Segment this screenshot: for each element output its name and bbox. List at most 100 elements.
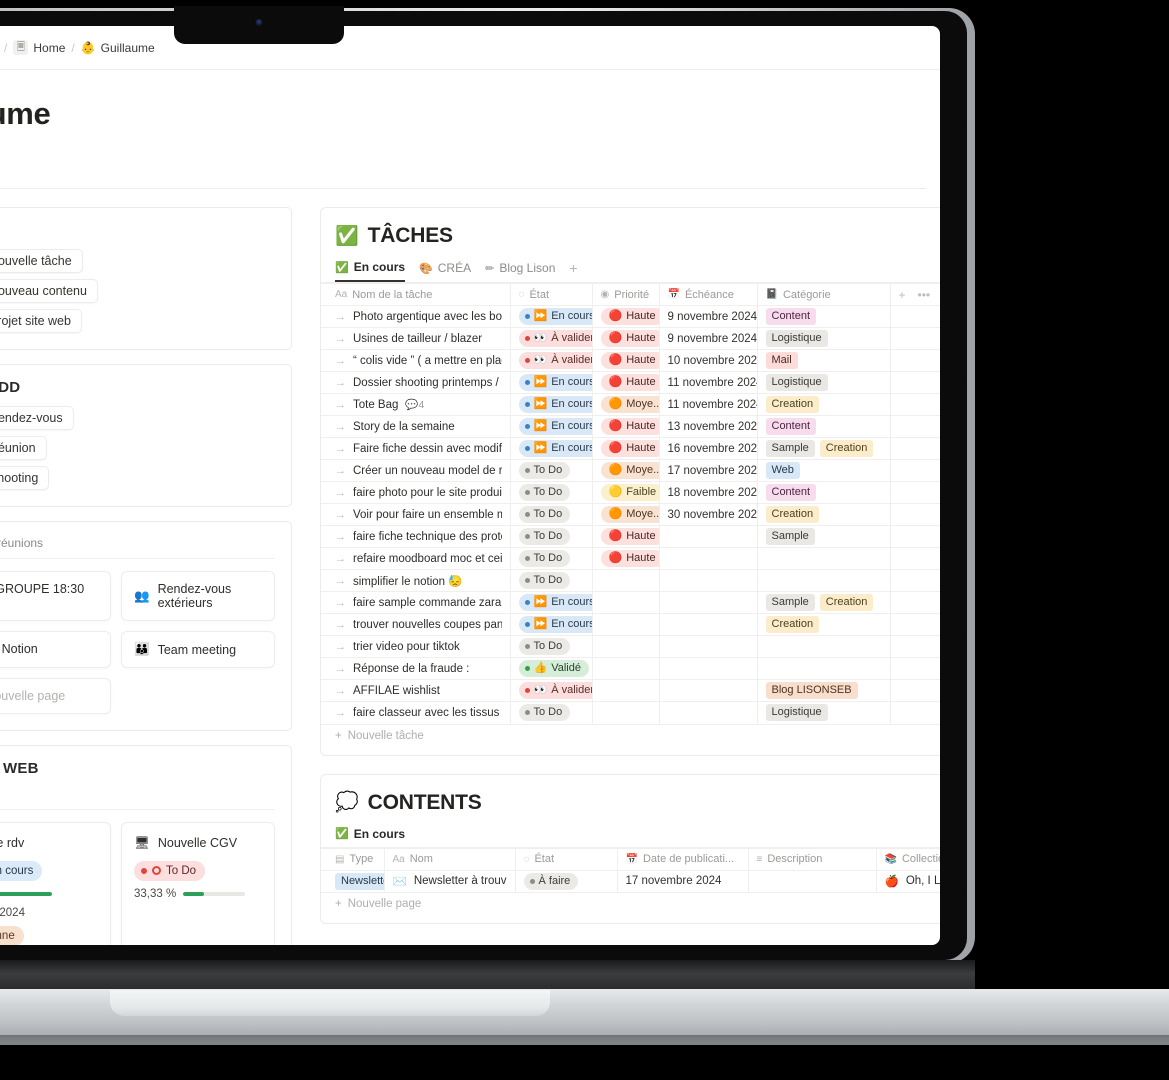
cell-categorie[interactable] bbox=[757, 657, 891, 680]
tab-crea[interactable]: 🎨 CRÉA bbox=[419, 261, 471, 281]
cell-priorite[interactable]: 🔴 Haute bbox=[592, 371, 660, 394]
column-header-date-publication[interactable]: 📅 Date de publicati... bbox=[617, 847, 749, 870]
cell-categorie[interactable]: Creation bbox=[757, 393, 891, 416]
cell-etat[interactable]: 👀 À valider bbox=[510, 349, 593, 372]
cell-categorie[interactable]: Sample Creation bbox=[757, 591, 891, 614]
table-row[interactable]: → refaire moodboard moc et ceinture To Do 🔴… bbox=[321, 547, 940, 570]
chip-reunion[interactable]: 👤 Réunion bbox=[0, 436, 47, 460]
cell-priorite[interactable] bbox=[592, 613, 660, 636]
cell-collection[interactable]: 🍎 Oh, I Love Ne bbox=[876, 869, 940, 892]
open-page-arrow-icon[interactable]: → bbox=[335, 399, 346, 411]
table-row[interactable]: → Tote Bag 💬4 ⏩ En cours 🟠 Moye... 11 novembre … bbox=[321, 393, 940, 416]
table-row[interactable]: → Faire fiche dessin avec modif robe po ⏩E… bbox=[321, 437, 940, 460]
cell-nom[interactable]: → refaire moodboard moc et ceinture bbox=[321, 547, 511, 570]
cell-nom[interactable]: → Photo argentique avec les bonnes cou bbox=[321, 305, 511, 328]
cell-echeance[interactable]: 30 novembre 2024 bbox=[659, 503, 758, 526]
cell-categorie[interactable]: Sample bbox=[757, 525, 891, 548]
breadcrumb-item-home[interactable]: 🗏 Home bbox=[13, 40, 65, 55]
cell-echeance[interactable]: 17 novembre 2024 bbox=[659, 459, 758, 482]
cell-priorite[interactable] bbox=[592, 679, 660, 702]
open-page-arrow-icon[interactable]: → bbox=[335, 377, 346, 389]
cell-categorie[interactable]: Creation bbox=[757, 503, 891, 526]
cell-categorie[interactable]: Logistique bbox=[757, 371, 891, 394]
cell-etat[interactable]: To Do bbox=[510, 459, 593, 482]
cell-echeance[interactable] bbox=[659, 547, 758, 570]
cell-nom[interactable]: → trier video pour tiktok bbox=[321, 635, 511, 658]
cell-priorite[interactable] bbox=[592, 635, 660, 658]
table-row[interactable]: → trouver nouvelles coupes pantalon ⏩En co… bbox=[321, 613, 940, 636]
cell-etat[interactable]: ⏩ En cours bbox=[510, 437, 593, 460]
cell-echeance[interactable]: 11 novembre 2024 bbox=[659, 393, 758, 416]
open-page-arrow-icon[interactable]: → bbox=[335, 597, 346, 609]
meeting-card-team-meeting[interactable]: 👪 Team meeting bbox=[121, 631, 275, 668]
cell-priorite[interactable]: 🔴 Haute bbox=[592, 305, 660, 328]
cell-type[interactable]: Newsletter bbox=[321, 869, 385, 892]
taches-new-row-button[interactable]: + Nouvelle tâche bbox=[321, 723, 940, 747]
gallery-card-module-rdv[interactable]: lodule rdv En cours % mbre bbox=[0, 822, 111, 945]
open-page-arrow-icon[interactable]: → bbox=[335, 575, 346, 587]
cell-categorie[interactable]: Content bbox=[757, 415, 891, 438]
cell-nom[interactable]: → faire fiche technique des protos reçus bbox=[321, 525, 511, 548]
open-page-arrow-icon[interactable]: → bbox=[335, 311, 346, 323]
cell-echeance[interactable]: 16 novembre 2024 bbox=[659, 437, 758, 460]
cell-echeance[interactable]: 9 novembre 2024 bbox=[659, 327, 758, 350]
cell-nom[interactable]: → trouver nouvelles coupes pantalon bbox=[321, 613, 511, 636]
open-page-arrow-icon[interactable]: → bbox=[335, 421, 346, 433]
column-header-nom[interactable]: Aa Nom de la tâche bbox=[321, 283, 511, 306]
cell-nom[interactable]: → Dossier shooting printemps / été 202 bbox=[321, 371, 511, 394]
cell-categorie[interactable]: Blog LISONSEB bbox=[757, 679, 891, 702]
cell-nom[interactable]: → simplifier le notion 😓 bbox=[321, 569, 511, 592]
open-page-arrow-icon[interactable]: → bbox=[335, 465, 346, 477]
table-row[interactable]: → Dossier shooting printemps / été 202 ⏩En… bbox=[321, 371, 940, 394]
chip-shooting[interactable]: 🟩 Shooting bbox=[0, 466, 50, 490]
cell-nom[interactable]: → faire classeur avec les tissus a la pla… bbox=[321, 701, 511, 724]
cell-priorite[interactable]: 🔴 Haute bbox=[592, 415, 660, 438]
open-page-arrow-icon[interactable]: → bbox=[335, 619, 346, 631]
cell-etat[interactable]: To Do bbox=[510, 481, 593, 504]
open-page-arrow-icon[interactable]: → bbox=[335, 663, 346, 675]
meeting-card-all-groupe[interactable]: ALL GROUPE 18:30 bbox=[0, 571, 111, 621]
cell-etat[interactable]: 👀 À valider bbox=[510, 679, 593, 702]
meeting-card-ub-notion[interactable]: UB + Notion bbox=[0, 631, 111, 668]
cell-date-publication[interactable]: 17 novembre 2024 bbox=[617, 869, 749, 892]
cell-priorite[interactable]: 🔴 Haute bbox=[592, 437, 660, 460]
column-header-type[interactable]: ▤ Type bbox=[321, 847, 385, 870]
tab-contents-en-cours[interactable]: ✅ En cours bbox=[335, 827, 405, 847]
gallery-card-nouvelle-cgv[interactable]: 🖥 Nouvelle CGV To Do 33,33 % bbox=[121, 822, 275, 945]
cell-nom[interactable]: ✉️ Newsletter à trouver bbox=[384, 869, 516, 892]
chip-rendez-vous[interactable]: 👥 Rendez-vous bbox=[0, 406, 74, 430]
table-row[interactable]: → Photo argentique avec les bonnes cou ⏩En… bbox=[321, 305, 940, 328]
column-header-etat[interactable]: ◌ État bbox=[515, 847, 618, 870]
cell-categorie[interactable] bbox=[757, 547, 891, 570]
cell-categorie[interactable]: Logistique bbox=[757, 701, 891, 724]
table-row[interactable]: → Voir pour faire un ensemble molton ( s T… bbox=[321, 503, 940, 526]
table-row[interactable]: → Story de la semaine ⏩ En cours 🔴 Haute 13 no… bbox=[321, 415, 940, 438]
cell-priorite[interactable] bbox=[592, 701, 660, 724]
table-row[interactable]: Newsletter ✉️ Newsletter à trouver À faire 1… bbox=[321, 869, 940, 892]
table-row[interactable]: → “ colis vide ” ( a mettre en place ) 👀À … bbox=[321, 349, 940, 372]
cell-categorie[interactable]: Sample Creation bbox=[757, 437, 891, 460]
table-row[interactable]: → trier video pour tiktok To Do bbox=[321, 635, 940, 658]
table-row[interactable]: → faire classeur avec les tissus a la pla… bbox=[321, 701, 940, 724]
cell-nom[interactable]: → faire photo pour le site produits non p bbox=[321, 481, 511, 504]
cell-echeance[interactable] bbox=[659, 569, 758, 592]
cell-categorie[interactable] bbox=[757, 569, 891, 592]
open-page-arrow-icon[interactable]: → bbox=[335, 707, 346, 719]
cell-echeance[interactable] bbox=[659, 635, 758, 658]
add-view-button[interactable]: + bbox=[569, 260, 577, 282]
tab-en-cours[interactable]: ✅ En cours bbox=[335, 260, 406, 282]
cell-echeance[interactable]: 18 novembre 2024 bbox=[659, 481, 758, 504]
cell-priorite[interactable]: 🟠 Moye... bbox=[592, 503, 660, 526]
open-page-arrow-icon[interactable]: → bbox=[335, 531, 346, 543]
column-header-nom[interactable]: Aa Nom bbox=[384, 847, 516, 870]
cell-etat[interactable]: ⏩ En cours bbox=[510, 415, 593, 438]
cell-etat[interactable]: 👀 À valider bbox=[510, 327, 593, 350]
add-column-button[interactable]: + bbox=[899, 288, 906, 302]
cell-etat[interactable]: ⏩ En cours bbox=[510, 305, 593, 328]
cell-echeance[interactable]: 10 novembre 2024 bbox=[659, 349, 758, 372]
cell-echeance[interactable] bbox=[659, 525, 758, 548]
cell-etat[interactable]: À faire bbox=[515, 869, 618, 892]
cell-echeance[interactable]: 13 novembre 2024 bbox=[659, 415, 758, 438]
cell-nom[interactable]: → Tote Bag 💬4 bbox=[321, 393, 511, 416]
open-page-arrow-icon[interactable]: → bbox=[335, 509, 346, 521]
